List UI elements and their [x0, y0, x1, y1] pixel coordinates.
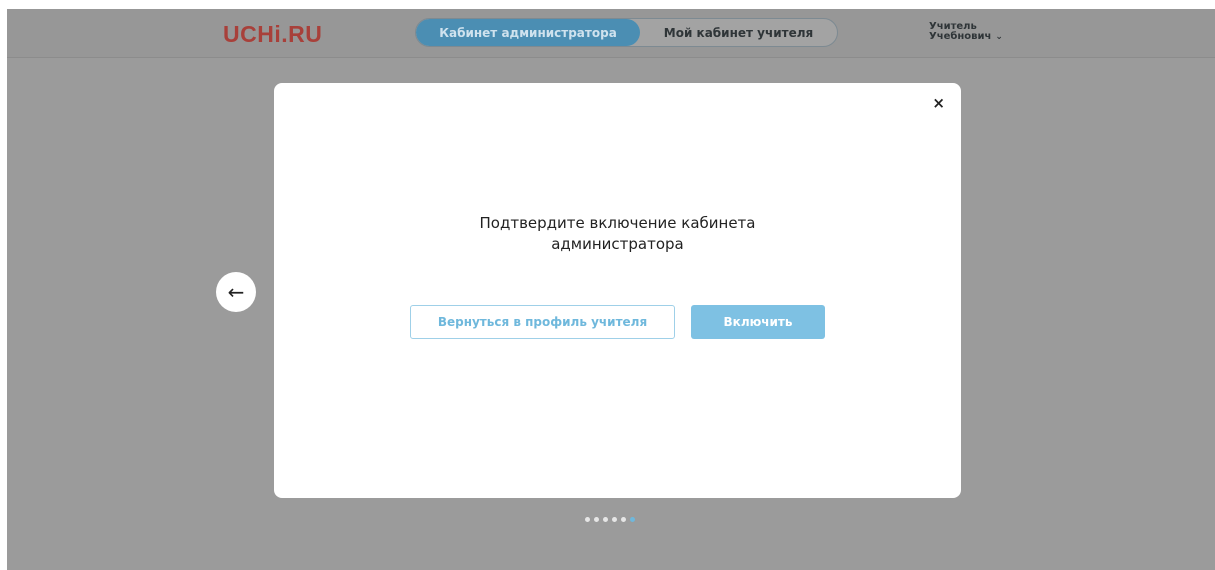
carousel-dot[interactable]: [612, 517, 617, 522]
carousel-dot[interactable]: [630, 517, 635, 522]
top-header: UCHi.RU Кабинет администратора Мой кабин…: [7, 9, 1215, 58]
back-arrow-button[interactable]: ←: [216, 272, 256, 312]
tab-admin-cabinet[interactable]: Кабинет администратора: [416, 19, 640, 46]
return-to-teacher-button[interactable]: Вернуться в профиль учителя: [410, 305, 675, 339]
confirm-modal: × Подтвердите включение кабинета админис…: [274, 83, 961, 498]
close-icon[interactable]: ×: [932, 96, 945, 111]
enable-button[interactable]: Включить: [691, 305, 825, 339]
cabinet-switcher: Кабинет администратора Мой кабинет учите…: [415, 18, 838, 47]
modal-title: Подтвердите включение кабинета администр…: [479, 214, 756, 253]
user-menu[interactable]: Учитель Учебнович ⌄: [929, 22, 1003, 43]
page-overlay: UCHi.RU Кабинет администратора Мой кабин…: [7, 9, 1215, 570]
user-name: Учебнович: [929, 31, 992, 42]
carousel-dots: [585, 517, 635, 522]
arrow-left-icon: ←: [227, 280, 245, 304]
carousel-dot[interactable]: [621, 517, 626, 522]
tab-teacher-cabinet[interactable]: Мой кабинет учителя: [640, 19, 837, 46]
chevron-down-icon: ⌄: [995, 32, 1003, 42]
carousel-dot[interactable]: [585, 517, 590, 522]
logo[interactable]: UCHi.RU: [223, 21, 322, 48]
carousel-dot[interactable]: [603, 517, 608, 522]
carousel-dot[interactable]: [594, 517, 599, 522]
